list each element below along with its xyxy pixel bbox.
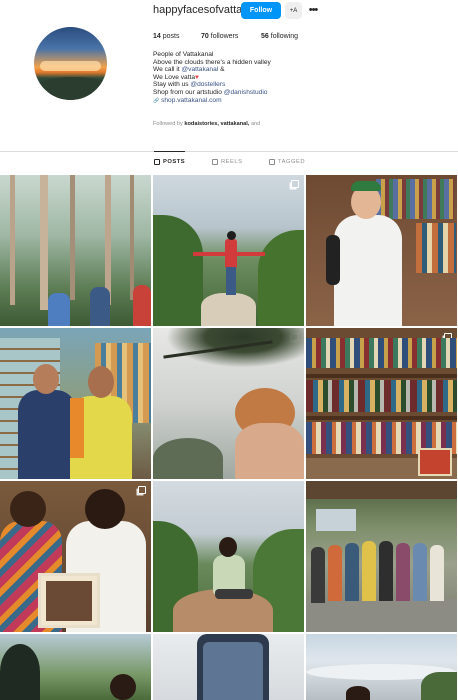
follow-button[interactable]: Follow: [241, 2, 281, 19]
profile-tabs: POSTS REELS TAGGED: [0, 151, 458, 172]
post-tile[interactable]: [0, 328, 151, 479]
bio-line: Stay with us @dostellers: [153, 81, 226, 89]
avatar-cloud: [40, 61, 101, 71]
link-icon: 🔗: [153, 97, 160, 104]
bio-name: People of Vattakanal: [153, 51, 214, 58]
bio-line: We call it @vattakanal &: [153, 66, 225, 74]
carousel-icon: [138, 486, 146, 494]
followers-label: followers: [210, 33, 239, 40]
post-tile[interactable]: [306, 481, 457, 632]
profile-username: happyfacesofvatta: [153, 4, 243, 16]
tab-reels[interactable]: REELS: [212, 152, 243, 172]
bio-website: 🔗 shop.vattakanal.com: [153, 97, 353, 106]
followers-count: 70: [201, 33, 209, 40]
mention-link[interactable]: @danishstudio: [224, 89, 268, 96]
bio-line: Shop from our artstudio @danishstudio: [153, 88, 268, 96]
post-tile[interactable]: [153, 175, 304, 326]
posts-count: 14: [153, 33, 161, 40]
more-options-icon[interactable]: •••: [307, 4, 319, 16]
following-stat[interactable]: 56 following: [261, 33, 298, 40]
mention-link[interactable]: @dostellers: [190, 81, 225, 88]
posts-grid: [0, 175, 458, 700]
post-tile[interactable]: [306, 328, 457, 479]
heart-icon: ♥: [195, 73, 199, 81]
post-tile[interactable]: [153, 634, 304, 700]
mention-link[interactable]: @vattakanal: [181, 66, 218, 73]
bio-line: We Love vatta♥: [153, 73, 199, 81]
post-tile[interactable]: [306, 634, 457, 700]
posts-label: posts: [162, 33, 180, 40]
post-tile[interactable]: [0, 481, 151, 632]
grid-icon: [154, 158, 160, 165]
bio-line: Above the clouds there's a hidden valley: [153, 58, 271, 66]
post-tile[interactable]: [0, 634, 151, 700]
followers-stat[interactable]: 70 followers: [201, 33, 238, 40]
post-tile[interactable]: [153, 481, 304, 632]
tab-posts[interactable]: POSTS: [154, 151, 186, 171]
profile-bio: People of Vattakanal Above the clouds th…: [153, 51, 353, 105]
following-count: 56: [261, 33, 269, 40]
posts-stat: 14 posts: [153, 33, 179, 40]
tab-tagged[interactable]: TAGGED: [269, 152, 305, 172]
post-tile[interactable]: [0, 175, 151, 326]
following-label: following: [270, 33, 298, 40]
website-link[interactable]: shop.vattakanal.com: [161, 97, 221, 104]
profile-avatar[interactable]: [34, 27, 107, 100]
reels-icon: [212, 159, 218, 165]
post-tile[interactable]: [306, 175, 457, 326]
carousel-icon: [291, 180, 299, 188]
avatar-hill: [34, 77, 107, 100]
followed-by-names: kodaistories, vattakanal,: [184, 121, 250, 127]
tagged-icon: [269, 159, 275, 165]
followed-by[interactable]: Followed by kodaistories, vattakanal, an…: [153, 121, 260, 127]
add-user-icon[interactable]: +A: [285, 2, 302, 19]
post-tile[interactable]: [153, 328, 304, 479]
